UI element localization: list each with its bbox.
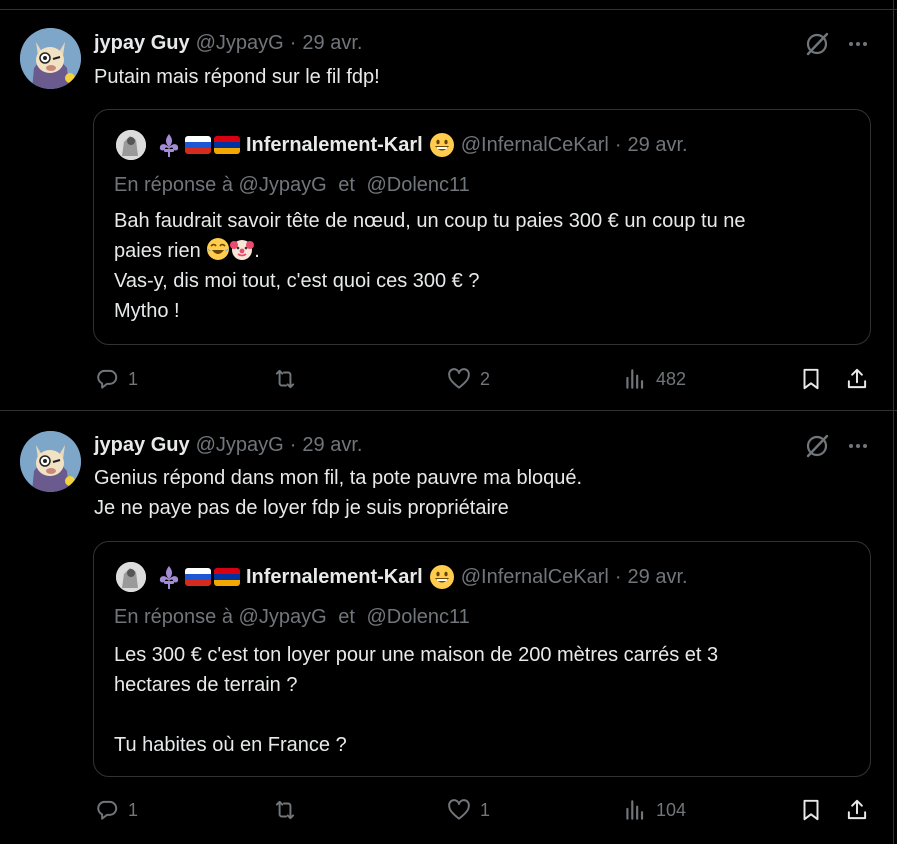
author-name[interactable]: jypay Guy (94, 434, 190, 457)
quote-text: Les 300 € c'est ton loyer pour une maiso… (114, 644, 719, 756)
views-count: 104 (656, 799, 687, 820)
reply-context: En réponse à @JypayG et @Dolenc11 (114, 606, 470, 629)
quoted-tweet[interactable]: Infernalement-Karl @InfernalCeKarl · 29 … (93, 109, 871, 345)
quote-author-handle: @InfernalCeKarl (460, 565, 609, 588)
quote-text: Bah faudrait savoir tête de nœud, un cou… (114, 206, 854, 326)
tweet-date[interactable]: 29 avr. (302, 32, 362, 55)
grok-icon[interactable] (803, 30, 831, 58)
clown-emoji-icon (230, 240, 255, 260)
quote-header: Infernalement-Karl @InfernalCeKarl · 29 … (156, 132, 688, 158)
like-button[interactable]: 2 (446, 364, 490, 394)
tweet-header: jypay Guy @JypayG · 29 avr. (94, 30, 362, 56)
tweet-1[interactable]: jypay Guy @JypayG · 29 avr. Putain mais … (0, 0, 893, 411)
bookmark-button[interactable] (798, 364, 824, 394)
separator: · (289, 31, 297, 54)
quote-date: 29 avr. (627, 133, 688, 156)
like-button[interactable]: 1 (446, 795, 490, 825)
tweet-2[interactable]: jypay Guy @JypayG · 29 avr. Genius répon… (0, 411, 893, 844)
grinning-emoji-icon (429, 565, 454, 589)
tweet-text: Genius répond dans mon fil, ta pote pauv… (94, 467, 583, 519)
reply-icon (97, 369, 118, 389)
separator: · (289, 433, 297, 456)
reply-button[interactable]: 1 (94, 795, 138, 825)
quote-author-name: Infernalement-Karl (246, 133, 423, 156)
reply-count: 1 (128, 799, 139, 820)
reply-prefix: En réponse à (114, 606, 233, 628)
reply-mention-1: @JypayG (238, 174, 327, 196)
tweet-header: jypay Guy @JypayG · 29 avr. (94, 432, 362, 458)
separator: · (614, 133, 622, 156)
armenia-flag-icon (214, 568, 240, 586)
name-emojis (156, 132, 240, 158)
reply-mention-2: @Dolenc11 (366, 606, 470, 628)
views-icon (626, 800, 644, 820)
author-name[interactable]: jypay Guy (94, 32, 190, 55)
views-count: 482 (656, 368, 687, 389)
tweet-actions: 1 2 482 (0, 364, 893, 394)
separator: · (614, 565, 622, 588)
reply-mention-2: @Dolenc11 (366, 174, 470, 196)
bookmark-button[interactable] (798, 795, 824, 825)
quote-avatar (116, 562, 146, 592)
like-count: 2 (480, 368, 491, 389)
reply-and: et (338, 606, 355, 628)
share-button[interactable] (844, 795, 870, 825)
armenia-flag-icon (214, 136, 240, 154)
retweet-button[interactable] (272, 795, 306, 825)
tweet-actions: 1 1 104 (0, 795, 893, 825)
author-handle[interactable]: @JypayG (196, 434, 284, 457)
reply-count: 1 (128, 368, 139, 389)
fleur-de-lis-icon (159, 134, 179, 157)
like-icon (448, 799, 470, 820)
quote-author-name: Infernalement-Karl (246, 565, 423, 588)
quote-avatar (116, 130, 146, 160)
tears-of-joy-emoji-icon (207, 238, 230, 260)
russia-flag-icon (185, 136, 211, 154)
reply-button[interactable]: 1 (94, 364, 138, 394)
bookmark-icon (803, 368, 819, 390)
views-button[interactable]: 104 (622, 795, 686, 825)
quote-header: Infernalement-Karl @InfernalCeKarl · 29 … (156, 564, 688, 590)
quote-text-line2: paies rien (114, 240, 201, 262)
share-icon (847, 799, 867, 820)
retweet-icon (275, 800, 295, 820)
retweet-button[interactable] (272, 364, 306, 394)
russia-flag-icon (185, 568, 211, 586)
quote-text-line1: Bah faudrait savoir tête de nœud, un cou… (114, 210, 746, 232)
tweet-date[interactable]: 29 avr. (302, 434, 362, 457)
more-icon[interactable] (846, 32, 870, 56)
right-border (893, 0, 894, 844)
quoted-tweet[interactable]: Infernalement-Karl @InfernalCeKarl · 29 … (93, 541, 871, 777)
like-icon (448, 368, 470, 389)
views-icon (626, 369, 644, 389)
fleur-de-lis-icon (159, 566, 179, 589)
share-icon (847, 368, 867, 389)
grinning-emoji-icon (429, 133, 454, 157)
avatar[interactable] (20, 28, 81, 89)
author-handle[interactable]: @JypayG (196, 32, 284, 55)
reply-icon (97, 800, 118, 820)
more-icon[interactable] (846, 434, 870, 458)
quote-date: 29 avr. (627, 565, 688, 588)
reply-prefix: En réponse à (114, 174, 233, 196)
grok-icon[interactable] (803, 432, 831, 460)
name-emojis (156, 564, 240, 590)
reply-mention-1: @JypayG (238, 606, 327, 628)
avatar[interactable] (20, 431, 81, 492)
reply-and: et (338, 174, 355, 196)
reply-context: En réponse à @JypayG et @Dolenc11 (114, 174, 470, 197)
share-button[interactable] (844, 364, 870, 394)
tweet-text: Putain mais répond sur le fil fdp! (94, 66, 380, 88)
bookmark-icon (803, 799, 819, 821)
quote-author-handle: @InfernalCeKarl (460, 133, 609, 156)
views-button[interactable]: 482 (622, 364, 686, 394)
retweet-icon (275, 369, 295, 389)
like-count: 1 (480, 799, 491, 820)
